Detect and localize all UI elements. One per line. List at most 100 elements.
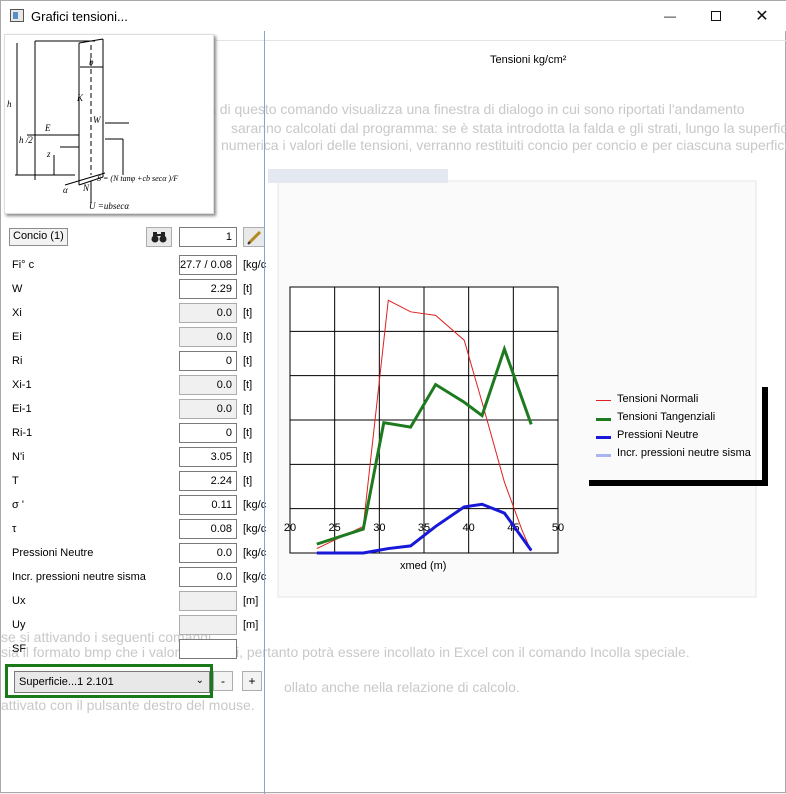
field-label: N'i	[12, 451, 25, 463]
x-tick-label: 50	[552, 522, 564, 534]
field-input[interactable]: 0.0	[179, 543, 237, 563]
field-input[interactable]: 27.7 / 0.08	[179, 255, 237, 275]
field-label: Ri-1	[12, 427, 33, 439]
legend-swatch	[596, 454, 611, 457]
field-input[interactable]: 2.29	[179, 279, 237, 299]
legend-label: Incr. pressioni neutre sisma	[617, 447, 751, 459]
field-label: Pressioni Neutre	[12, 547, 94, 559]
slice-diagram: b K W h h /2 E z α N S = (N tanφ +cb sec…	[4, 34, 214, 214]
field-label: Ei	[12, 331, 22, 343]
ghost-titlebar	[268, 169, 448, 183]
field-unit: [t]	[243, 451, 253, 463]
surface-select-value: Superficie...1 2.101	[19, 676, 114, 688]
diagram-label-ui: U =ubsecα	[89, 201, 129, 211]
field-input[interactable]: 0.11	[179, 495, 237, 515]
diagram-label-zi: z	[46, 149, 51, 159]
field-unit: [t]	[243, 475, 253, 487]
edit-button[interactable]	[243, 227, 265, 247]
next-surface-button[interactable]: +	[242, 671, 262, 691]
diagram-label-alpha: α	[63, 185, 68, 195]
field-row: Ri-1 0 [t]	[1, 423, 264, 445]
pencil-icon	[247, 230, 262, 245]
field-unit: [t]	[243, 403, 253, 415]
previous-surface-button[interactable]: -	[213, 671, 233, 691]
legend-swatch	[596, 400, 611, 401]
close-button[interactable]: ✕	[739, 1, 785, 31]
diagram-label-ei: E	[44, 123, 51, 133]
x-axis-label: xmed (m)	[400, 560, 447, 572]
field-input[interactable]	[179, 591, 237, 611]
x-tick-label: 25	[329, 522, 341, 534]
search-button[interactable]	[146, 227, 172, 247]
field-label: T	[12, 475, 19, 487]
field-unit: [kg/c	[243, 547, 267, 559]
field-unit: [kg/c	[243, 499, 267, 511]
field-unit: [t]	[243, 331, 253, 343]
field-input[interactable]	[179, 615, 237, 635]
field-input[interactable]: 0	[179, 423, 237, 443]
field-row: Fi° c 27.7 / 0.08 [kg/c	[1, 255, 267, 277]
diagram-label-si: S = (N tanφ +cb secα )/F	[97, 174, 178, 183]
field-input[interactable]: 0.0	[179, 303, 237, 323]
maximize-icon	[711, 11, 721, 21]
field-row: σ ' 0.11 [kg/c	[1, 495, 267, 517]
minimize-icon: —	[664, 9, 676, 23]
legend-swatch	[596, 418, 611, 421]
diagram-label-b: b	[89, 57, 94, 67]
field-input[interactable]: 3.05	[179, 447, 237, 467]
concio-button[interactable]: Concio (1)	[9, 228, 68, 246]
x-tick-label: 40	[463, 522, 475, 534]
field-input[interactable]: 0.0	[179, 327, 237, 347]
legend-label: Pressioni Neutre	[617, 429, 699, 441]
field-label: Ux	[12, 595, 26, 607]
field-label: Ei-1	[12, 403, 32, 415]
app-icon	[10, 9, 24, 22]
field-unit: [kg/c	[243, 259, 267, 271]
field-input[interactable]: 2.24	[179, 471, 237, 491]
field-row: Incr. pressioni neutre sisma 0.0 [kg/c	[1, 567, 266, 589]
field-unit: [m]	[243, 595, 259, 607]
field-input[interactable]: 0	[179, 351, 237, 371]
field-row: Ri 0 [t]	[1, 351, 264, 373]
field-unit: [kg/c	[243, 523, 267, 535]
diagram-label-hi2: h /2	[19, 135, 33, 145]
chart-panel: Tensioni kg/cm² 20 25 30 35 40 45 50 Tensioni …	[264, 31, 786, 794]
field-label: W	[12, 283, 23, 295]
field-label: Uy	[12, 619, 26, 631]
field-row: W 2.29 [t]	[1, 279, 264, 301]
field-unit: [t]	[243, 283, 253, 295]
field-row: Ei-1 0.0 [t]	[1, 399, 264, 421]
surface-select[interactable]: Superficie...1 2.101 ⌄	[14, 671, 210, 693]
field-input[interactable]: 0.0	[179, 375, 237, 395]
title-bar: Grafici tensioni... — ✕	[1, 1, 786, 31]
window: olo, la scelta di questo comando visuali…	[0, 0, 786, 794]
diagram-label-n: N	[82, 183, 90, 193]
field-unit: [t]	[243, 355, 253, 367]
field-label: τ	[12, 523, 17, 535]
legend-label: Tensioni Tangenziali	[617, 411, 716, 423]
field-row: Ux [m]	[1, 591, 264, 613]
field-input[interactable]: 0.0	[179, 399, 237, 419]
concio-number-field[interactable]: 1	[179, 227, 237, 247]
field-unit: [m]	[243, 619, 259, 631]
field-label: σ '	[12, 499, 24, 511]
field-label: SF	[12, 643, 27, 655]
field-label: Xi-1	[12, 379, 32, 391]
window-title: Grafici tensioni...	[31, 9, 128, 24]
minimize-button[interactable]: —	[647, 1, 693, 31]
field-input[interactable]: 0.08	[179, 519, 237, 539]
field-unit: [t]	[243, 379, 253, 391]
field-label: Ri	[12, 355, 23, 367]
field-row: Uy [m]	[1, 615, 264, 637]
maximize-button[interactable]	[693, 1, 739, 31]
binoculars-icon	[151, 232, 167, 243]
field-row: Ei 0.0 [t]	[1, 327, 264, 349]
legend-swatch	[596, 436, 611, 439]
field-input[interactable]	[179, 639, 237, 659]
field-row: SF	[1, 639, 264, 661]
close-icon: ✕	[755, 8, 769, 25]
field-row: Xi-1 0.0 [t]	[1, 375, 264, 397]
field-input[interactable]: 0.0	[179, 567, 237, 587]
field-unit: [t]	[243, 427, 253, 439]
surface-selector-highlight: Superficie...1 2.101 ⌄	[5, 664, 213, 698]
